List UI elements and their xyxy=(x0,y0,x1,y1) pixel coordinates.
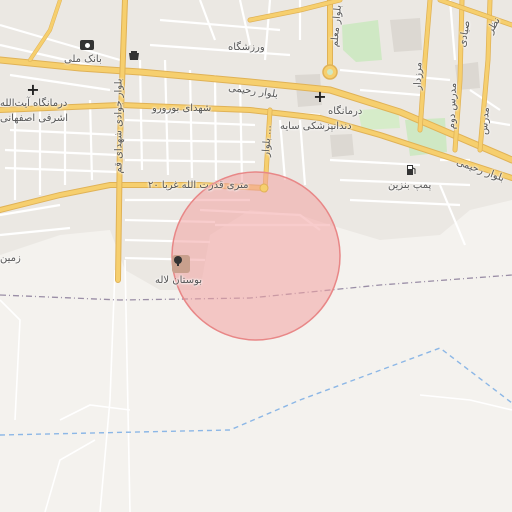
roundabout-center xyxy=(327,69,333,75)
label-darmangah: درمانگاه xyxy=(328,106,363,117)
building xyxy=(390,18,422,52)
map-base-layer xyxy=(0,0,512,512)
label-dandanpezeshki: دندانپزشکی سایه xyxy=(280,121,352,132)
building xyxy=(330,134,354,157)
label-pomp-benzin: پمپ بنزین xyxy=(388,180,432,191)
label-shohadaye-borujerd: شهدای بورورو xyxy=(152,103,212,114)
label-side-road: بلوار ... xyxy=(260,124,274,158)
label-qodratollah: ۲۰ متری قدرت الله غربا xyxy=(148,180,249,191)
label-zamin: زمین xyxy=(0,253,21,264)
park-tree-icon[interactable] xyxy=(172,255,190,273)
search-radius-circle[interactable] xyxy=(171,171,341,341)
gas-station-icon[interactable] xyxy=(405,164,417,176)
label-darmangah-ayatollah-1: درمانگاه آیت‌الله xyxy=(0,98,68,109)
label-marzdar: مرزدار xyxy=(412,61,425,91)
label-bostan-laleh: بوستان لاله xyxy=(155,275,203,286)
clinic-icon[interactable]: + xyxy=(26,82,40,98)
stadium-icon[interactable] xyxy=(128,50,140,62)
map-canvas[interactable]: + + بانک ملی ورزشگاه درمانگاه آیت‌الله ا… xyxy=(0,0,512,512)
label-bank-melli: بانک ملی xyxy=(64,54,102,65)
clinic-icon[interactable]: + xyxy=(313,89,327,105)
label-varzeshgah: ورزشگاه xyxy=(228,42,265,53)
location-marker[interactable] xyxy=(259,183,269,193)
bank-icon[interactable] xyxy=(80,40,94,50)
label-blvd-javadi: بلوار جوادی شهدای قم xyxy=(113,78,125,174)
label-darmangah-ayatollah-2: اشرفی اصفهانی xyxy=(0,113,69,124)
label-modares-doom: مدرس دوم xyxy=(446,82,459,130)
label-modares: مدرس xyxy=(478,106,493,136)
